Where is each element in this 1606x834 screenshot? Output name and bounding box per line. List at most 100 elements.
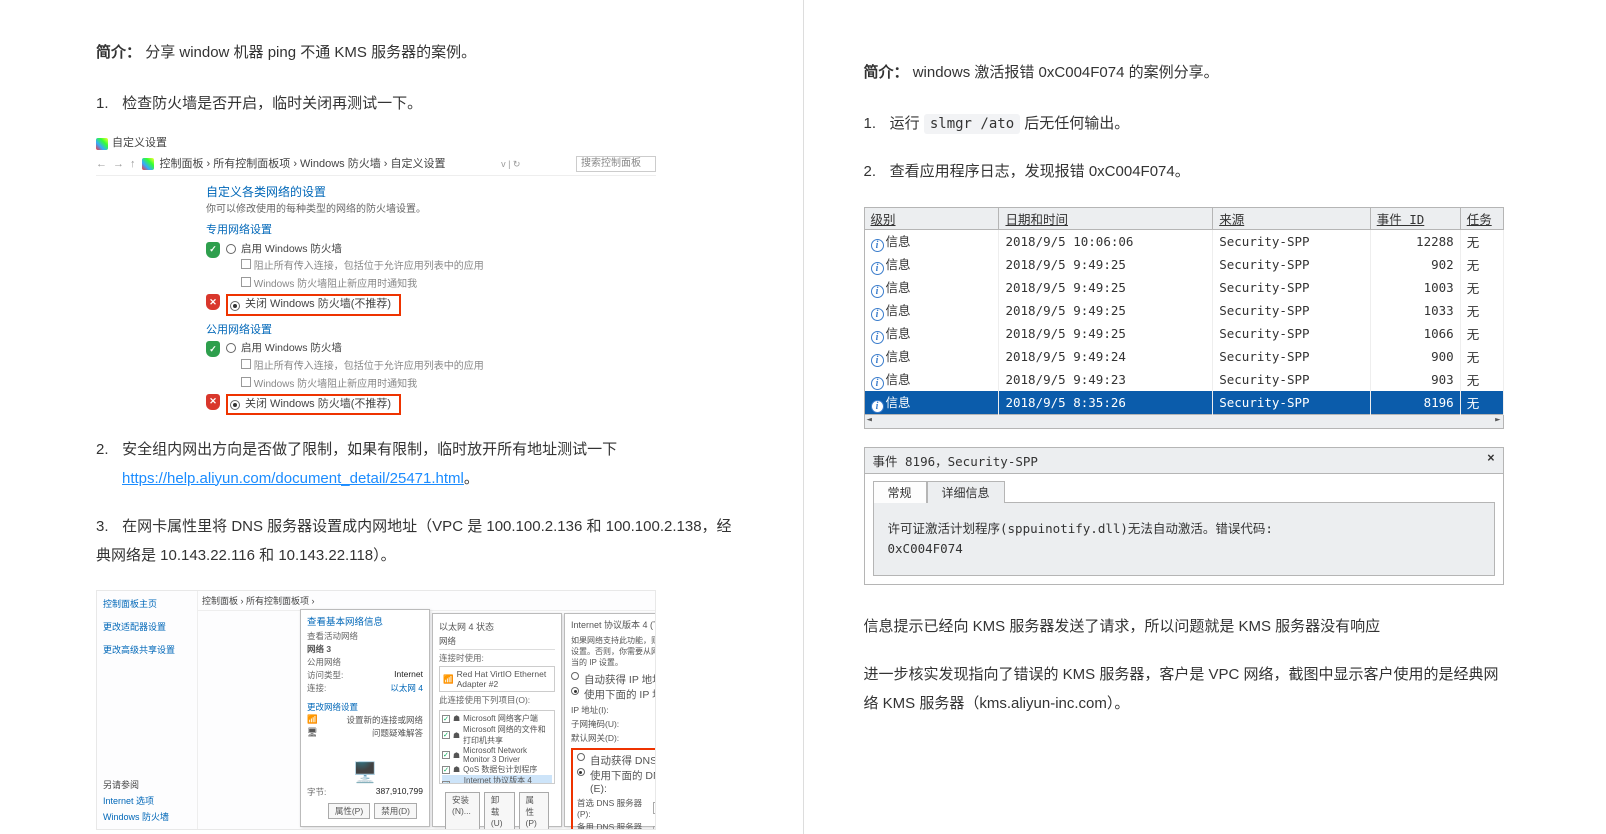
up-icon[interactable]: ↑: [130, 157, 136, 172]
col-date[interactable]: 日期和时间: [999, 207, 1213, 229]
help-link[interactable]: https://help.aliyun.com/document_detail/…: [122, 470, 464, 487]
fw-heading: 自定义各类网络的设置: [206, 184, 656, 201]
properties-button[interactable]: 属性(P): [328, 803, 370, 819]
opt-off-label: 关闭 Windows 防火墙(不推荐): [245, 397, 391, 412]
firewall-screenshot: 自定义设置 ← → ↑ 控制面板 › 所有控制面板项 › Windows 防火墙…: [96, 134, 656, 416]
intro-label: 简介：: [96, 44, 141, 61]
opt-on-label: 启用 Windows 防火墙: [241, 341, 342, 356]
table-row[interactable]: i信息2018/9/5 9:49:25Security-SPP1033无: [864, 299, 1503, 322]
checkbox-icon[interactable]: [241, 359, 251, 369]
table-row[interactable]: i信息2018/9/5 9:49:24Security-SPP900无: [864, 345, 1503, 368]
event-detail-pane: 事件 8196，Security-SPP × 常规 详细信息 许可证激活计划程序…: [864, 447, 1504, 585]
step-2: 2. 安全组内网出方向是否做了限制，如果有限制，临时放开所有地址测试一下 htt…: [96, 436, 743, 493]
paragraph: 信息提示已经向 KMS 服务器发送了请求，所以问题就是 KMS 服务器没有响应: [864, 613, 1511, 642]
disable-button[interactable]: 禁用(D): [374, 803, 417, 819]
shield-x-icon: ✕: [206, 294, 220, 310]
radio-icon[interactable]: [226, 343, 236, 353]
step-text: 检查防火墙是否开启，临时关闭再测试一下。: [122, 95, 422, 112]
step-r2: 2. 查看应用程序日志，发现报错 0xC004F074。: [864, 158, 1511, 187]
radio-icon[interactable]: [226, 244, 236, 254]
detail-line: 许可证激活计划程序(sppuinotify.dll)无法自动激活。错误代码:: [888, 519, 1480, 539]
paragraph: 进一步核实发现指向了错误的 KMS 服务器，客户是 VPC 网络，截图中显示客户…: [864, 661, 1511, 718]
dns-highlight-box: 自动获得 DNS 服务器地址(B) 使用下面的 DNS 服务器地址(E): 首选…: [571, 748, 656, 830]
checkbox-icon[interactable]: [241, 259, 251, 269]
table-row[interactable]: i信息2018/9/5 10:06:06Security-SPP12288无: [864, 229, 1503, 253]
step-text: 安全组内网出方向是否做了限制，如果有限制，临时放开所有地址测试一下: [122, 441, 617, 458]
public-section-title: 公用网络设置: [206, 323, 656, 338]
right-column: 简介： windows 激活报错 0xC004F074 的案例分享。 1. 运行…: [804, 0, 1606, 834]
breadcrumb[interactable]: 控制面板 › 所有控制面板项 › Windows 防火墙 › 自定义设置: [160, 157, 446, 172]
info-icon: i: [871, 331, 884, 344]
opt-off-label: 关闭 Windows 防火墙(不推荐): [245, 297, 391, 312]
ipv4-properties-window: Internet 协议版本 4 (TCP/IPv4) 属性 如果网络支持此功能，…: [564, 613, 656, 827]
info-icon: i: [871, 400, 884, 413]
info-icon: i: [871, 354, 884, 367]
tab-detail[interactable]: 详细信息: [927, 481, 1005, 503]
intro-left: 简介： 分享 window 机器 ping 不通 KMS 服务器的案例。: [96, 40, 743, 66]
step-3: 3. 在网卡属性里将 DNS 服务器设置成内网地址（VPC 是 100.100.…: [96, 513, 743, 570]
network-center-window: 查看基本网络信息 查看活动网络 网络 3 公用网络 访问类型:Internet …: [300, 609, 430, 827]
event-detail-title: 事件 8196，Security-SPP: [873, 451, 1038, 470]
step-text: 在网卡属性里将 DNS 服务器设置成内网地址（VPC 是 100.100.2.1…: [96, 518, 732, 564]
radio-on-icon: [230, 400, 240, 410]
shield-check-icon: ✓: [206, 242, 220, 258]
table-row[interactable]: i信息2018/9/5 8:35:26Security-SPP8196无: [864, 391, 1503, 415]
info-icon: i: [871, 262, 884, 275]
col-event-id[interactable]: 事件 ID: [1370, 207, 1460, 229]
col-source[interactable]: 来源: [1213, 207, 1370, 229]
sidebar-link[interactable]: 控制面板主页: [103, 597, 191, 610]
info-icon: i: [871, 239, 884, 252]
checkbox-icon[interactable]: [241, 277, 251, 287]
checkbox-icon[interactable]: [241, 377, 251, 387]
protocol-listbox[interactable]: ✓☗ Microsoft 网络客户端 ✓☗ Microsoft 网络的文件和打印…: [439, 710, 555, 784]
step-num: 2.: [96, 436, 118, 465]
tab-general[interactable]: 常规: [873, 481, 927, 503]
horizontal-scrollbar[interactable]: [864, 415, 1504, 429]
close-icon[interactable]: ×: [1487, 451, 1494, 470]
adapter-properties-window: 以太网 4 状态 网络 连接时使用: 📶Red Hat VirtIO Ether…: [432, 613, 562, 827]
private-section-title: 专用网络设置: [206, 223, 656, 238]
table-row[interactable]: i信息2018/9/5 9:49:25Security-SPP1003无: [864, 276, 1503, 299]
selected-off-private[interactable]: 关闭 Windows 防火墙(不推荐): [226, 294, 401, 315]
table-row[interactable]: i信息2018/9/5 9:49:23Security-SPP903无: [864, 368, 1503, 391]
forward-icon[interactable]: →: [113, 157, 124, 172]
radio-on-icon: [230, 301, 240, 311]
left-column: 简介： 分享 window 机器 ping 不通 KMS 服务器的案例。 1. …: [0, 0, 804, 834]
back-icon[interactable]: ←: [96, 157, 107, 172]
intro-text: windows 激活报错 0xC004F074 的案例分享。: [913, 64, 1219, 81]
shield-check-icon: ✓: [206, 341, 220, 357]
search-input[interactable]: 搜索控制面板: [576, 156, 656, 172]
step-1: 1. 检查防火墙是否开启，临时关闭再测试一下。: [96, 90, 743, 119]
sidebar-label: 另请参阅: [103, 778, 191, 791]
code-inline: slmgr /ato: [924, 114, 1020, 134]
shield-x-icon: ✕: [206, 394, 220, 410]
error-code: 0xC004F074: [888, 539, 1480, 559]
win1-head: 查看基本网络信息: [301, 610, 429, 628]
palette-icon: [96, 138, 108, 150]
intro-text: 分享 window 机器 ping 不通 KMS 服务器的案例。: [145, 44, 476, 61]
network-screenshot: 控制面板主页 更改适配器设置 更改高级共享设置 另请参阅 Internet 选项…: [96, 590, 656, 830]
breadcrumb[interactable]: 控制面板 › 所有控制面板项 ›: [202, 596, 315, 606]
info-icon: i: [871, 308, 884, 321]
firewall-window-title: 自定义设置: [112, 136, 167, 151]
fw-subheading: 你可以修改使用的每种类型的网络的防火墙设置。: [206, 203, 656, 217]
table-row[interactable]: i信息2018/9/5 9:49:25Security-SPP1066无: [864, 322, 1503, 345]
sidebar-link[interactable]: Windows 防火墙: [103, 810, 191, 823]
cp-icon: [142, 158, 154, 170]
step-num: 3.: [96, 513, 118, 542]
step-r1: 1. 运行 slmgr /ato 后无任何输出。: [864, 110, 1511, 139]
sidebar-link[interactable]: 更改适配器设置: [103, 620, 191, 633]
intro-right: 简介： windows 激活报错 0xC004F074 的案例分享。: [864, 60, 1511, 86]
sidebar-link[interactable]: Internet 选项: [103, 794, 191, 807]
opt-on-label: 启用 Windows 防火墙: [241, 242, 342, 257]
info-icon: i: [871, 285, 884, 298]
col-level[interactable]: 级别: [864, 207, 999, 229]
info-icon: i: [871, 377, 884, 390]
table-row[interactable]: i信息2018/9/5 9:49:25Security-SPP902无: [864, 253, 1503, 276]
sidebar-link[interactable]: 更改高级共享设置: [103, 643, 191, 656]
step-num: 1.: [96, 90, 118, 119]
col-task[interactable]: 任务: [1460, 207, 1503, 229]
event-viewer-table: 级别 日期和时间 来源 事件 ID 任务 i信息2018/9/5 10:06:0…: [864, 207, 1504, 429]
intro-label: 简介：: [864, 64, 909, 81]
selected-off-public[interactable]: 关闭 Windows 防火墙(不推荐): [226, 394, 401, 415]
